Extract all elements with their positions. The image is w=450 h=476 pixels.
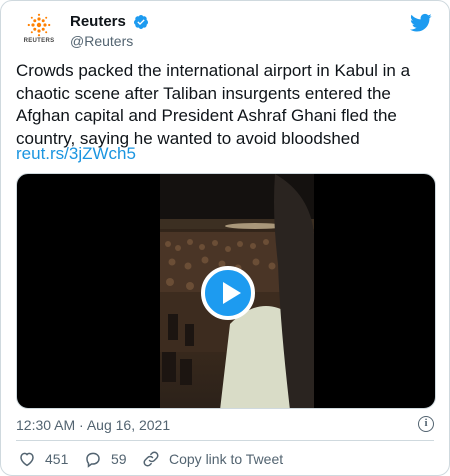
tweet-link[interactable]: reut.rs/3jZWch5 [16, 144, 136, 164]
timestamp[interactable]: 12:30 AM · Aug 16, 2021 [16, 417, 170, 433]
reuters-logo-icon [27, 13, 51, 37]
display-name[interactable]: Reuters [70, 13, 126, 31]
reply-button[interactable]: 59 [84, 449, 127, 469]
account-names: Reuters @Reuters [70, 13, 149, 50]
reply-count: 59 [111, 451, 127, 467]
info-icon[interactable]: i [418, 416, 434, 432]
like-button[interactable]: 451 [18, 449, 68, 469]
tweet-text: Crowds packed the international airport … [16, 61, 411, 148]
copy-link-label: Copy link to Tweet [169, 451, 284, 467]
verified-badge-icon [134, 15, 149, 29]
avatar-wordmark: REUTERS [23, 38, 55, 44]
video-player[interactable] [16, 173, 436, 409]
twitter-bird-icon[interactable] [410, 13, 432, 33]
tweet-actions: 451 59 Copy link to Tweet [16, 449, 434, 471]
tweet-meta: 12:30 AM · Aug 16, 2021 i [16, 415, 434, 435]
like-count: 451 [45, 451, 69, 467]
tweet-header: REUTERS Reuters @Reuters [16, 11, 434, 53]
link-icon [143, 451, 159, 467]
tweet-card: REUTERS Reuters @Reuters Crowds packed t… [0, 0, 450, 476]
reply-icon [86, 452, 100, 468]
copy-link-button[interactable]: Copy link to Tweet [142, 449, 283, 469]
heart-icon [20, 452, 34, 467]
avatar[interactable]: REUTERS [18, 11, 60, 53]
divider [16, 440, 434, 441]
account-handle[interactable]: @Reuters [70, 32, 149, 50]
play-icon[interactable] [201, 266, 255, 320]
